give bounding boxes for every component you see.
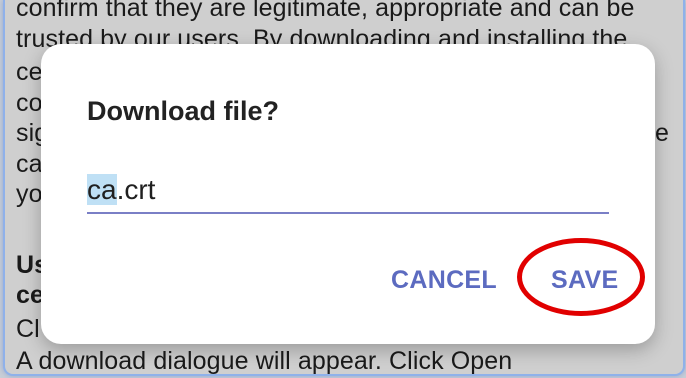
background-text-line: A download dialogue will appear. Click O… bbox=[16, 347, 513, 375]
filename-input[interactable]: ca.crt bbox=[87, 166, 609, 214]
background-text-line: confirm that they are legitimate, approp… bbox=[16, 0, 635, 22]
browser-page: confirm that they are legitimate, approp… bbox=[3, 0, 685, 376]
background-text-line: ce bbox=[16, 58, 43, 86]
background-heading-line: ce bbox=[16, 281, 45, 309]
save-button[interactable]: SAVE bbox=[551, 266, 618, 295]
filename-extension: .crt bbox=[116, 174, 156, 205]
dialog-title: Download file? bbox=[87, 96, 279, 126]
background-text-line: co bbox=[16, 89, 43, 117]
download-dialog: Download file? ca.crt CANCEL SAVE bbox=[41, 44, 655, 344]
background-text-line: yo bbox=[16, 180, 43, 208]
cancel-button[interactable]: CANCEL bbox=[391, 266, 497, 295]
background-text-line: Cl bbox=[16, 315, 40, 343]
filename-selection: ca bbox=[87, 174, 117, 205]
background-text-line: ca bbox=[16, 150, 43, 178]
background-text-fragment: e bbox=[655, 119, 670, 147]
filename-value[interactable]: ca.crt bbox=[87, 174, 155, 206]
